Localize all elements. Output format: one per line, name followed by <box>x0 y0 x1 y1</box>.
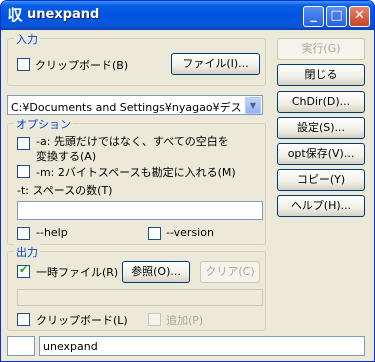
clear-button[interactable]: クリア(C) <box>200 261 260 283</box>
minimize-button[interactable]: _ <box>303 6 324 27</box>
input-clipboard-checkbox[interactable] <box>17 58 30 71</box>
tempfile-label: 一時ファイル(R) <box>36 266 119 279</box>
append-checkbox[interactable] <box>148 313 161 326</box>
command-line-field: unexpand <box>39 336 365 356</box>
append-label: 追加(P) <box>166 314 204 327</box>
input-clipboard-label: クリップボード(B) <box>35 59 129 72</box>
maximize-icon: □ <box>330 8 343 23</box>
input-path-value: C:¥Documents and Settings¥nyagao¥デス <box>11 101 242 114</box>
close-window-button[interactable]: ✕ <box>349 6 370 27</box>
option-a-checkbox[interactable] <box>17 137 30 150</box>
option-t-input[interactable] <box>17 201 263 220</box>
close-button[interactable]: 閉じる <box>277 64 365 86</box>
output-group: 出力 一時ファイル(R) 参照(O)... クリア(C) クリップボード(L) … <box>7 244 266 331</box>
output-clipboard-checkbox[interactable] <box>17 313 30 326</box>
settings-button[interactable]: 設定(S)... <box>277 117 365 139</box>
maximize-button[interactable]: □ <box>326 6 347 27</box>
output-path-field <box>17 289 263 306</box>
options-group: オプション -a: 先頭だけではなく、すべての空白を 変換する(A) -m: 2… <box>7 116 266 245</box>
output-clipboard-label: クリップボード(L) <box>36 314 128 327</box>
option-a-label-line1: -a: 先頭だけではなく、すべての空白を <box>36 135 229 148</box>
help-button[interactable]: ヘルプ(H)... <box>277 195 365 217</box>
minimize-icon: _ <box>310 8 317 23</box>
file-button[interactable]: ファイル(I)... <box>171 53 260 75</box>
input-group: 入力 クリップボード(B) ファイル(I)... <box>7 31 266 86</box>
options-group-legend: オプション <box>14 116 73 132</box>
option-a-label-line2: 変換する(A) <box>36 150 97 163</box>
option-m-label: -m: 2バイトスペースも勘定に入れる(M) <box>36 166 236 179</box>
output-group-legend: 出力 <box>14 244 40 260</box>
chdir-button[interactable]: ChDir(D)... <box>277 91 365 113</box>
command-line-text: unexpand <box>43 340 98 353</box>
copy-button[interactable]: コピー(Y) <box>277 169 365 191</box>
run-button[interactable]: 実行(G) <box>277 38 365 60</box>
app-window: 収 unexpand _ □ ✕ 入力 クリップボード(B) ファイル(I)..… <box>0 0 375 362</box>
title-bar[interactable]: 収 unexpand _ □ ✕ <box>1 1 374 30</box>
window-title: unexpand <box>27 7 100 22</box>
option-t-label: -t: スペースの数(T) <box>17 184 113 197</box>
input-path-select[interactable]: C:¥Documents and Settings¥nyagao¥デス ▼ <box>7 95 263 115</box>
app-icon: 収 <box>7 6 23 24</box>
input-group-legend: 入力 <box>14 31 40 47</box>
option-m-checkbox[interactable] <box>17 165 30 178</box>
opt-save-button[interactable]: opt保存(V)... <box>277 143 365 165</box>
help-flag-label: --help <box>36 226 68 239</box>
status-indicator <box>7 336 35 356</box>
browse-button[interactable]: 参照(O)... <box>122 261 190 283</box>
version-flag-checkbox[interactable] <box>148 227 161 240</box>
chevron-down-icon[interactable]: ▼ <box>245 97 261 114</box>
help-flag-checkbox[interactable] <box>17 227 30 240</box>
tempfile-checkbox[interactable] <box>17 263 30 278</box>
version-flag-label: --version <box>166 226 214 239</box>
close-icon: ✕ <box>354 8 365 23</box>
